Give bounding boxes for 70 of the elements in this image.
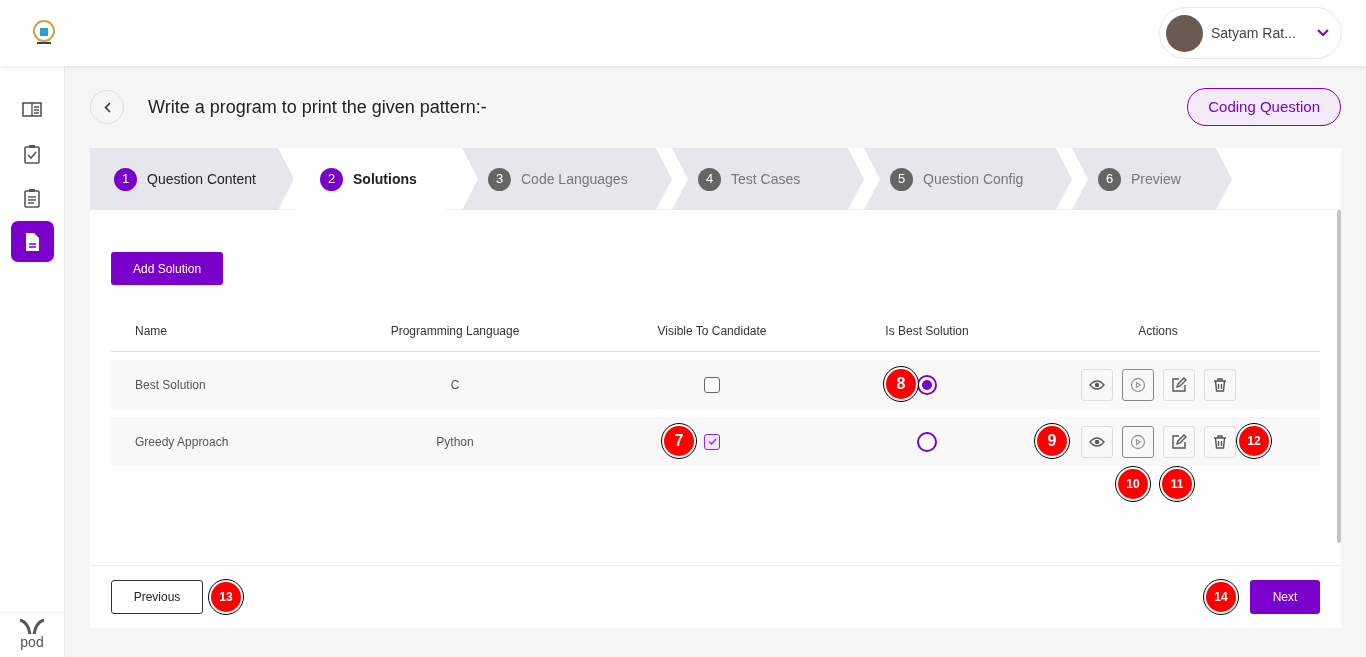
- clipboard-list-icon: [22, 187, 42, 208]
- play-circle-icon: [1129, 433, 1146, 450]
- visible-checkbox[interactable]: [704, 376, 720, 393]
- user-name: Satyam Rat...: [1211, 23, 1297, 43]
- step-label: Code Languages: [521, 169, 628, 189]
- chevron-down-icon: [1317, 29, 1329, 37]
- sidebar-item[interactable]: [10, 221, 54, 262]
- view-button[interactable]: [1080, 368, 1113, 401]
- book-icon: [22, 99, 42, 120]
- step-number: 3: [488, 167, 511, 191]
- step-tab[interactable]: 6 Preview: [1072, 148, 1232, 210]
- clipboard-check-icon: [22, 143, 42, 164]
- solution-name: Best Solution: [135, 376, 206, 394]
- step-label: Question Config: [923, 169, 1024, 189]
- chevron-left-icon: [103, 101, 111, 113]
- check-icon: [707, 438, 717, 445]
- callout-marker: 12: [1237, 424, 1271, 458]
- step-label: Test Cases: [731, 169, 801, 189]
- university-logo-icon: [32, 20, 56, 46]
- scrollbar[interactable]: [1337, 210, 1341, 543]
- callout-marker: 7: [662, 424, 696, 458]
- language-text: Python: [436, 433, 474, 451]
- solution-name: Greedy Approach: [135, 433, 229, 451]
- step-label: Question Content: [147, 169, 256, 189]
- add-solution-button[interactable]: Add Solution: [111, 252, 224, 285]
- column-header: Programming Language: [390, 322, 520, 340]
- logo-text: pod: [20, 635, 44, 649]
- page-title: Write a program to print the given pattern:-: [148, 95, 487, 119]
- callout-marker: 10: [1116, 467, 1150, 501]
- step-number: 6: [1098, 167, 1121, 191]
- previous-button[interactable]: Previous: [111, 580, 203, 614]
- step-tab[interactable]: 4 Test Cases: [672, 148, 864, 210]
- step-tab[interactable]: 5 Question Config: [864, 148, 1072, 210]
- callout-marker: 8: [884, 367, 918, 401]
- step-number: 1: [114, 167, 137, 191]
- run-button[interactable]: [1121, 368, 1154, 401]
- step-tab[interactable]: 3 Code Languages: [462, 148, 672, 210]
- edit-button[interactable]: [1162, 368, 1195, 401]
- play-circle-icon: [1129, 376, 1146, 393]
- edit-icon: [1170, 433, 1187, 450]
- avatar: [1166, 14, 1203, 52]
- next-button[interactable]: Next: [1250, 580, 1320, 614]
- column-header: Name: [135, 322, 167, 340]
- run-button[interactable]: [1121, 425, 1154, 458]
- trash-icon: [1211, 376, 1228, 393]
- view-button[interactable]: [1080, 425, 1113, 458]
- delete-button[interactable]: [1203, 368, 1236, 401]
- edit-button[interactable]: [1162, 425, 1195, 458]
- best-solution-radio[interactable]: [917, 431, 937, 452]
- step-label: Preview: [1131, 169, 1181, 189]
- column-header: Actions: [1138, 322, 1178, 340]
- callout-marker: 13: [209, 580, 243, 614]
- step-number: 5: [890, 167, 913, 191]
- column-header: Visible To Candidate: [657, 322, 767, 340]
- best-solution-radio[interactable]: [917, 374, 937, 395]
- step-number: 2: [320, 167, 343, 191]
- language-text: C: [450, 376, 460, 394]
- visible-checkbox[interactable]: [704, 433, 720, 450]
- step-number: 4: [698, 167, 721, 191]
- delete-button[interactable]: [1203, 425, 1236, 458]
- pod-logo-icon: [18, 619, 46, 635]
- step-tab[interactable]: 1 Question Content: [90, 148, 294, 210]
- callout-marker: 14: [1204, 580, 1238, 614]
- trash-icon: [1211, 433, 1228, 450]
- question-type-badge[interactable]: Coding Question: [1187, 88, 1341, 126]
- callout-marker: 11: [1160, 467, 1194, 501]
- column-header: Is Best Solution: [885, 322, 969, 340]
- step-label: Solutions: [353, 169, 417, 189]
- edit-icon: [1170, 376, 1187, 393]
- callout-marker: 9: [1035, 424, 1069, 458]
